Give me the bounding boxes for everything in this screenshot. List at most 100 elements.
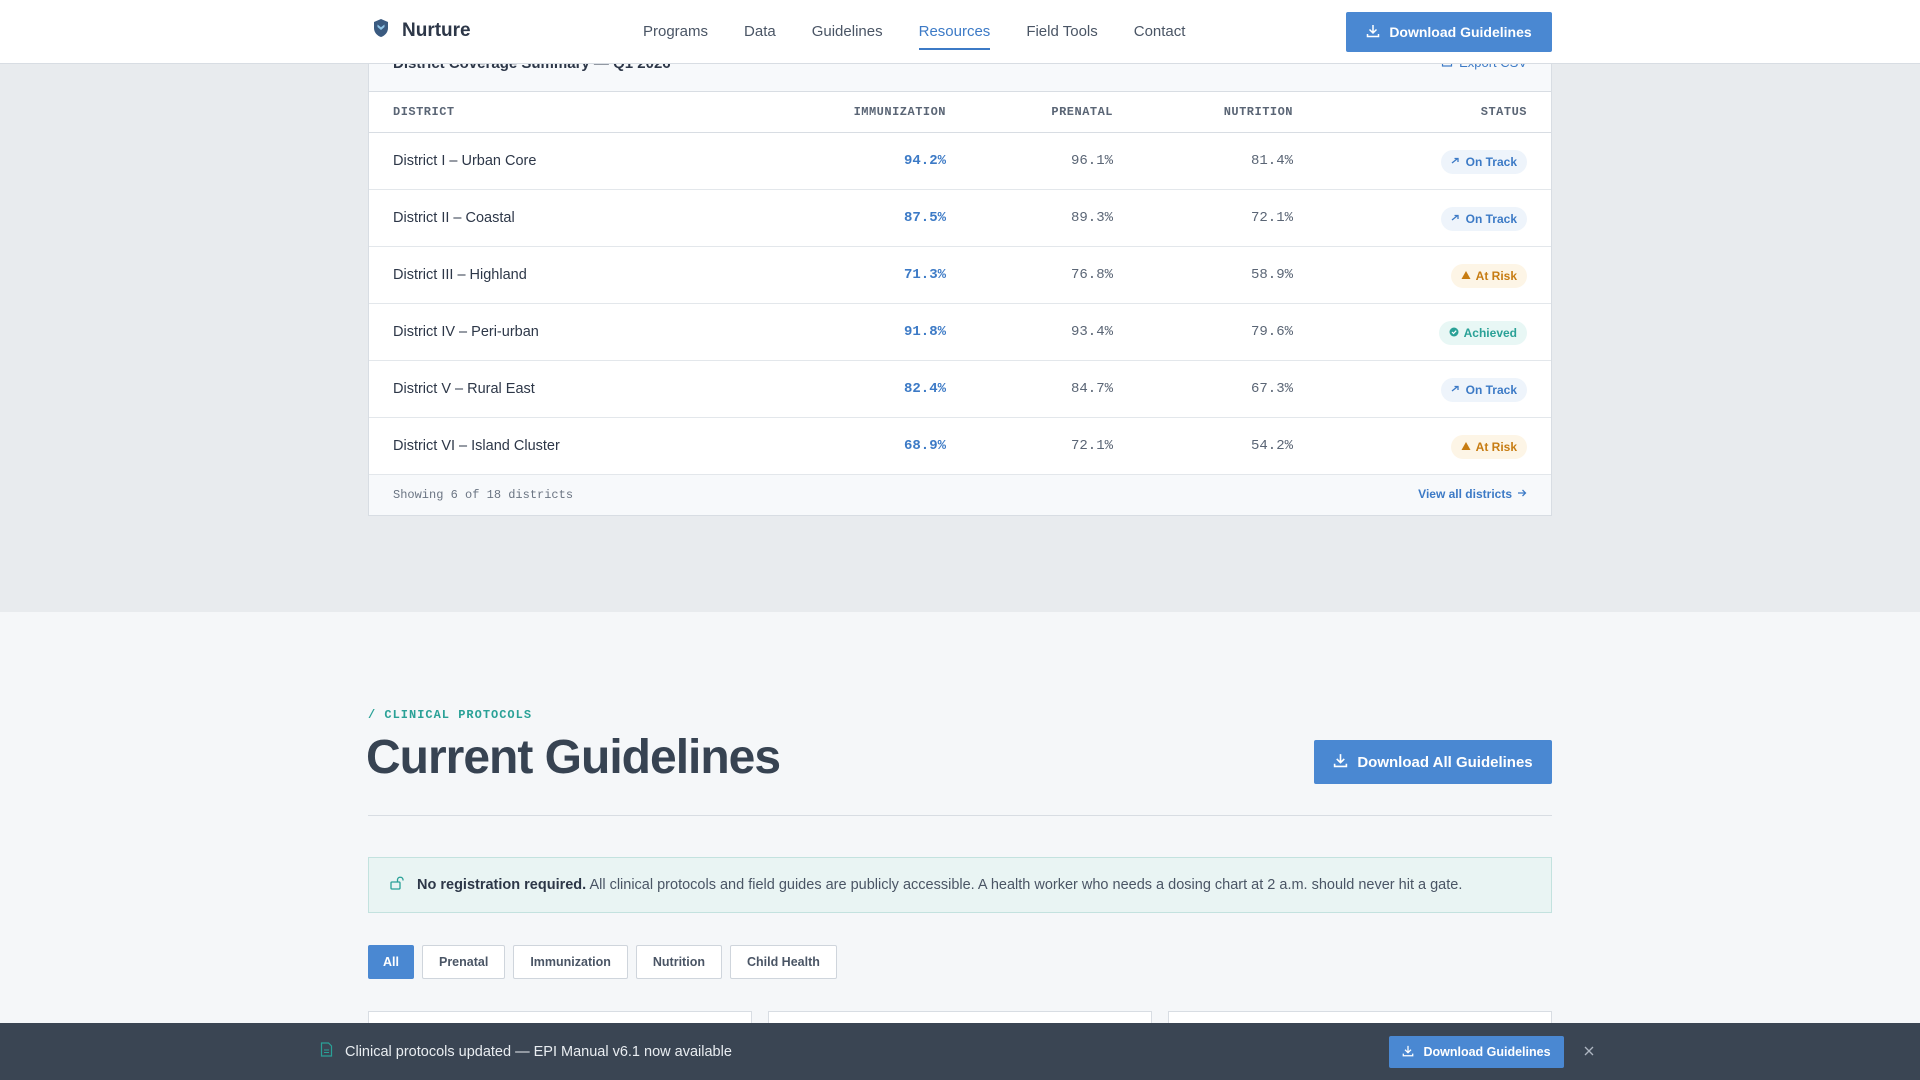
site-header: Nurture Programs Data Guidelines Resourc…: [0, 0, 1920, 64]
district-name: District II – Coastal: [393, 210, 515, 226]
download-icon: [1366, 24, 1380, 41]
status-label: On Track: [1465, 155, 1517, 169]
status-badge: At Risk: [1450, 435, 1527, 459]
no-registration-notice: No registration required. All clinical p…: [368, 857, 1552, 913]
table-row[interactable]: District IV – Peri-urban 91.8% 93.4% 79.6% A…: [369, 304, 1551, 361]
column-header-status[interactable]: STATUS: [1481, 105, 1527, 119]
section-eyebrow: / CLINICAL PROTOCOLS: [368, 708, 533, 722]
notice-text: No registration required. All clinical p…: [417, 877, 1462, 893]
district-name: District III – Highland: [393, 267, 527, 283]
nav-guidelines[interactable]: Guidelines: [812, 0, 883, 64]
view-all-districts-label: View all districts: [1418, 487, 1512, 501]
district-name: District IV – Peri-urban: [393, 324, 539, 340]
district-name: District I – Urban Core: [393, 153, 537, 169]
filter-all[interactable]: All: [368, 945, 414, 979]
table-row[interactable]: District III – Highland 71.3% 76.8% 58.9% At…: [369, 247, 1551, 304]
table-row[interactable]: District II – Coastal 87.5% 89.3% 72.1% On T…: [369, 190, 1551, 247]
guidelines-section-background: [0, 612, 1920, 1080]
nutrition-value: 79.6%: [1250, 324, 1293, 340]
column-header-prenatal[interactable]: PRENATAL: [1051, 105, 1113, 119]
shield-logo-icon: [372, 18, 390, 43]
card-footer: Showing 6 of 18 districts View all distr…: [369, 475, 1551, 515]
check-circle-icon: [1449, 326, 1459, 340]
download-all-label: Download All Guidelines: [1357, 753, 1533, 771]
arrow-right-icon: [1517, 487, 1527, 501]
nav-contact[interactable]: Contact: [1134, 0, 1186, 64]
nav-field-tools[interactable]: Field Tools: [1026, 0, 1097, 64]
status-badge: On Track: [1440, 150, 1527, 174]
table-row[interactable]: District V – Rural East 82.4% 84.7% 67.3% On…: [369, 361, 1551, 418]
prenatal-value: 96.1%: [1070, 153, 1113, 169]
notification-text: Clinical protocols updated — EPI Manual …: [345, 1043, 732, 1060]
notification-message: Clinical protocols updated — EPI Manual …: [320, 1042, 732, 1061]
unlock-icon: [389, 875, 405, 895]
district-name: District VI – Island Cluster: [393, 438, 560, 454]
trend-up-icon: [1451, 212, 1461, 226]
nutrition-value: 67.3%: [1250, 381, 1293, 397]
status-label: At Risk: [1475, 269, 1517, 283]
status-badge: At Risk: [1450, 264, 1527, 288]
update-notification-bar: Clinical protocols updated — EPI Manual …: [0, 1023, 1920, 1080]
section-divider: [368, 815, 1552, 816]
download-icon: [1333, 753, 1348, 772]
page-title: Current Guidelines: [366, 731, 781, 784]
nutrition-value: 58.9%: [1250, 267, 1293, 283]
prenatal-value: 76.8%: [1070, 267, 1113, 283]
prenatal-value: 84.7%: [1070, 381, 1113, 397]
immunization-value: 68.9%: [903, 438, 946, 454]
table-row[interactable]: District VI – Island Cluster 68.9% 72.1% 54…: [369, 418, 1551, 475]
header-download-label: Download Guidelines: [1389, 24, 1532, 40]
header-download-guidelines-button[interactable]: Download Guidelines: [1346, 12, 1552, 52]
filter-nutrition[interactable]: Nutrition: [635, 945, 722, 979]
warning-icon: [1461, 440, 1471, 454]
status-badge: On Track: [1440, 378, 1527, 402]
download-icon: [1402, 1045, 1414, 1060]
nav-programs[interactable]: Programs: [643, 0, 708, 64]
status-label: On Track: [1465, 212, 1517, 226]
immunization-value: 94.2%: [903, 153, 946, 169]
status-label: Achieved: [1463, 326, 1517, 340]
filter-prenatal[interactable]: Prenatal: [421, 945, 506, 979]
guideline-filters: All Prenatal Immunization Nutrition Chil…: [368, 945, 837, 979]
prenatal-value: 93.4%: [1070, 324, 1113, 340]
view-all-districts-link[interactable]: View all districts: [1418, 487, 1527, 501]
status-badge: Achieved: [1438, 321, 1527, 345]
notice-body-text: All clinical protocols and field guides …: [589, 877, 1463, 893]
status-label: On Track: [1465, 383, 1517, 397]
filter-immunization[interactable]: Immunization: [513, 945, 628, 979]
brand-name: Nurture: [402, 19, 471, 41]
document-icon: [320, 1042, 333, 1061]
column-header-nutrition[interactable]: NUTRITION: [1224, 105, 1293, 119]
status-badge: On Track: [1440, 207, 1527, 231]
trend-up-icon: [1451, 155, 1461, 169]
notification-download-button[interactable]: Download Guidelines: [1389, 1036, 1564, 1068]
district-name: District V – Rural East: [393, 381, 535, 397]
status-label: At Risk: [1475, 440, 1517, 454]
immunization-value: 71.3%: [903, 267, 946, 283]
brand[interactable]: Nurture: [372, 18, 471, 43]
nutrition-value: 81.4%: [1250, 153, 1293, 169]
trend-up-icon: [1451, 383, 1461, 397]
immunization-value: 87.5%: [903, 210, 946, 226]
nutrition-value: 72.1%: [1250, 210, 1293, 226]
column-header-immunization[interactable]: IMMUNIZATION: [854, 105, 946, 119]
nav-data[interactable]: Data: [744, 0, 776, 64]
notification-download-label: Download Guidelines: [1423, 1045, 1551, 1059]
immunization-value: 82.4%: [903, 381, 946, 397]
close-icon[interactable]: [1581, 1043, 1597, 1059]
table-row[interactable]: District I – Urban Core 94.2% 96.1% 81.4% On…: [369, 133, 1551, 190]
column-header-district[interactable]: DISTRICT: [393, 105, 455, 119]
district-coverage-card: District Coverage Summary — Q1 2026 Expo…: [368, 40, 1552, 516]
prenatal-value: 89.3%: [1070, 210, 1113, 226]
table-header-row: DISTRICT IMMUNIZATION PRENATAL NUTRITION…: [369, 92, 1551, 133]
nav-resources[interactable]: Resources: [918, 0, 990, 64]
warning-icon: [1461, 269, 1471, 283]
nutrition-value: 54.2%: [1250, 438, 1293, 454]
download-all-guidelines-button[interactable]: Download All Guidelines: [1314, 740, 1552, 784]
main-nav: Programs Data Guidelines Resources Field…: [643, 0, 1185, 64]
filter-child-health[interactable]: Child Health: [729, 945, 837, 979]
notice-bold-text: No registration required.: [417, 877, 587, 893]
immunization-value: 91.8%: [903, 324, 946, 340]
rows-count-note: Showing 6 of 18 districts: [393, 488, 574, 502]
prenatal-value: 72.1%: [1070, 438, 1113, 454]
